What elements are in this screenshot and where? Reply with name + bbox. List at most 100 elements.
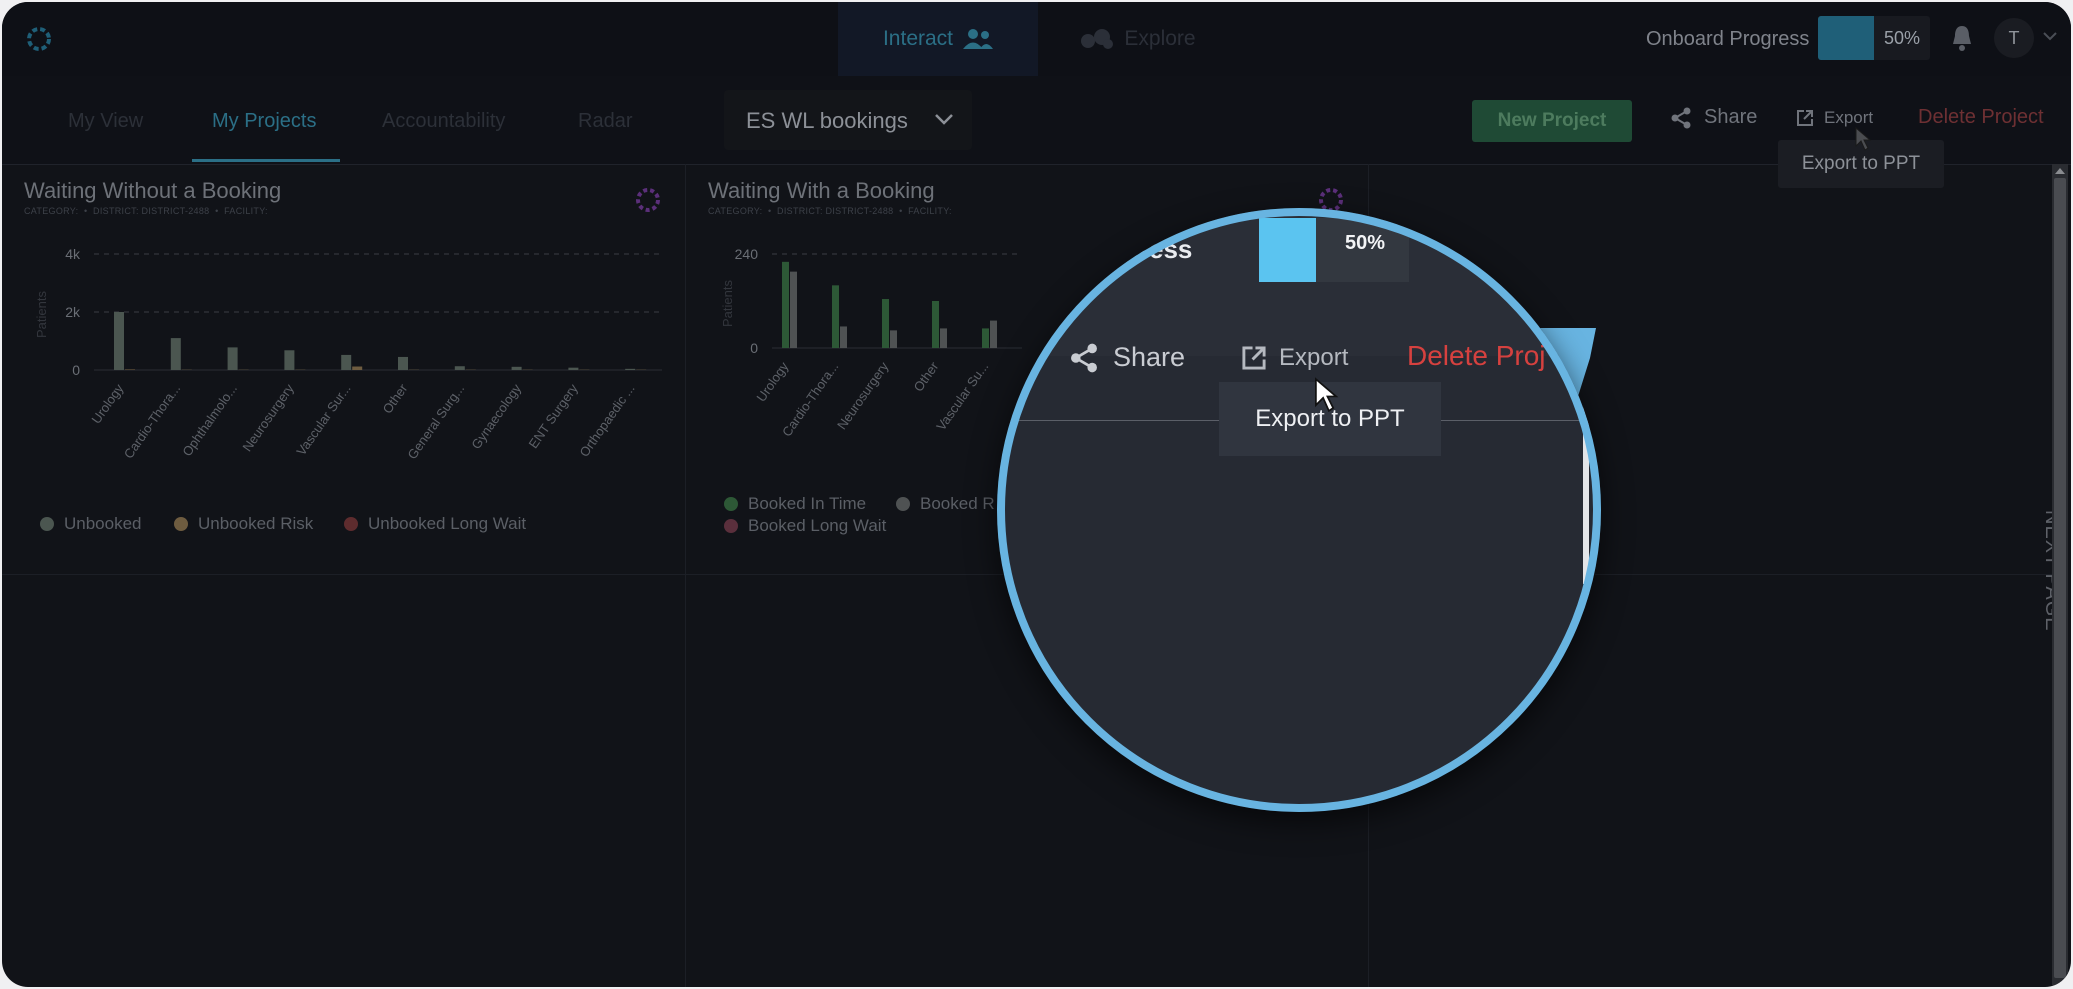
tab-accountability[interactable]: Accountability (382, 110, 505, 133)
onboard-progress-bar[interactable]: 50% (1818, 16, 1930, 60)
y-tick-label: 2k (65, 304, 81, 320)
panel-title: Waiting Without a Booking (24, 178, 282, 203)
bar (840, 326, 847, 348)
project-select[interactable]: ES WL bookings (724, 90, 972, 150)
chevron-down-icon[interactable] (2042, 30, 2058, 42)
export-label: Export (1824, 108, 1874, 127)
bar (511, 366, 522, 370)
bar (352, 366, 363, 370)
x-tick-label: Neurosurgery (834, 359, 892, 433)
x-tick-label: Gynaecology (468, 381, 524, 452)
legend-item: Booked In Time (724, 494, 866, 514)
scrollbar-thumb[interactable] (2054, 178, 2066, 978)
x-tick-label: General Surg... (404, 381, 467, 462)
x-tick-label: Vascular Su... (933, 359, 991, 433)
y-axis-label: Patients (34, 291, 49, 338)
active-tab-indicator (192, 159, 340, 162)
export-button[interactable]: Export (1796, 108, 1873, 128)
chart-waiting-with-booking: 2400PatientsUrologyCardio-Thora...Neuros… (720, 246, 1022, 439)
tab-interact[interactable]: Interact (838, 2, 1038, 76)
legend-dot (724, 497, 738, 511)
filter-district: DISTRICT: DISTRICT-2488 (93, 206, 210, 216)
chevron-down-icon (935, 114, 953, 125)
bar (398, 356, 408, 370)
legend-dot (896, 497, 910, 511)
tab-explore-label: Explore (1124, 27, 1196, 50)
y-tick-label: 0 (72, 362, 80, 378)
bar (882, 299, 889, 348)
filter-facility: FACILITY: (224, 206, 268, 216)
bar (832, 285, 839, 348)
external-link-icon (1797, 110, 1813, 126)
tab-my-view[interactable]: My View (68, 110, 143, 133)
app-logo-icon[interactable] (24, 24, 54, 54)
bell-icon[interactable] (1950, 24, 1974, 52)
explore-icon (1081, 29, 1114, 49)
tab-explore[interactable]: Explore (1038, 2, 1238, 76)
legend-dot (174, 517, 188, 531)
avatar-initial: T (2008, 27, 2020, 48)
y-axis-label: Patients (720, 280, 735, 327)
legend-dot (40, 517, 54, 531)
x-tick-label: ENT Surgery (526, 381, 582, 451)
bar (890, 330, 897, 348)
share-button[interactable]: Share (1670, 106, 1757, 129)
delete-project-button[interactable]: Delete Project (1918, 106, 2044, 129)
panel-filters: CATEGORY: • DISTRICT: DISTRICT-2488 • FA… (708, 206, 952, 216)
bar (114, 312, 124, 370)
y-tick-label: 240 (735, 246, 759, 262)
x-tick-label: Other (380, 381, 411, 417)
y-tick-label: 0 (750, 340, 758, 356)
bar (625, 368, 636, 370)
x-tick-label: Urology (88, 381, 126, 427)
bar (790, 271, 797, 348)
mode-tabs: Interact Explore (838, 2, 1258, 76)
legend-item: Unbooked Risk (174, 514, 313, 534)
avatar[interactable]: T (1994, 18, 2034, 58)
tab-interact-label: Interact (882, 27, 954, 50)
chart-waiting-without-booking: 4k 2k 0 Patients UrologyCardio-Thora...Ophth… (34, 246, 662, 462)
legend-label: Booked Long Wait (748, 516, 887, 535)
share-icon (1671, 107, 1691, 128)
filter-facility: FACILITY: (908, 206, 952, 216)
x-tick-label: Vascular Sur... (293, 381, 353, 458)
x-tick-label: Urology (753, 359, 791, 405)
bar (782, 261, 789, 348)
filter-category: CATEGORY: (708, 206, 763, 216)
bar (125, 369, 135, 370)
grid-divider (685, 164, 686, 987)
onboard-progress-percent: 50% (1883, 28, 1920, 48)
app-window: Interact Explore Onboard Progress 50% T (2, 2, 2071, 987)
bar (990, 320, 997, 348)
magnifier-ring (997, 208, 1601, 812)
legend-item: Booked R (896, 494, 995, 514)
onboard-progress-fill (1818, 16, 1874, 60)
bar (940, 328, 947, 348)
legend-label: Booked R (920, 494, 995, 513)
filter-district: DISTRICT: DISTRICT-2488 (777, 206, 894, 216)
bar (284, 350, 295, 370)
legend-item: Unbooked (40, 514, 142, 534)
legend-label: Unbooked Long Wait (368, 514, 527, 533)
next-page-button[interactable]: NEXT PAGE (2014, 510, 2054, 640)
legend-label: Unbooked (64, 514, 142, 533)
legend-item: Booked Long Wait (724, 516, 886, 536)
tab-my-projects[interactable]: My Projects (212, 110, 316, 133)
x-tick-label: Neurosurgery (239, 381, 297, 455)
share-label: Share (1704, 106, 1758, 128)
y-tick-label: 4k (65, 246, 81, 262)
x-tick-label: Other (911, 359, 942, 395)
new-project-button[interactable]: New Project (1472, 100, 1632, 142)
legend-dot (724, 519, 738, 533)
project-toolbar: My View My Projects Accountability Radar… (2, 76, 2071, 188)
cursor-icon (1855, 126, 1872, 151)
scroll-up-arrow-icon[interactable] (2054, 166, 2066, 176)
bar (454, 366, 465, 370)
tab-radar[interactable]: Radar (578, 110, 632, 133)
legend-dot (344, 517, 358, 531)
onboard-progress-label: Onboard Progress (1646, 28, 1810, 50)
bar (341, 354, 352, 370)
bar (170, 338, 181, 370)
x-tick-label: Orthopaedic ... (576, 381, 637, 459)
bar (982, 328, 989, 348)
